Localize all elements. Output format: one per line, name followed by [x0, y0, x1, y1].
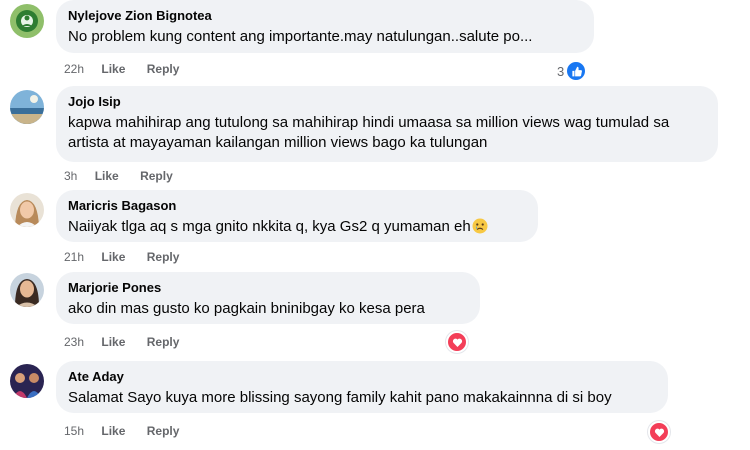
reply-button[interactable]: Reply [147, 250, 180, 264]
comment-text-content: Naiiyak tlga aq s mga gnito nkkita q, ky… [68, 218, 471, 235]
comment-bubble: Nylejove Zion Bignotea No problem kung c… [56, 0, 594, 53]
comment-time[interactable]: 22h [64, 62, 84, 76]
love-reaction-icon [648, 421, 670, 443]
avatar[interactable] [10, 90, 44, 124]
crying-face-emoji [472, 218, 488, 234]
comment-author[interactable]: Marjorie Pones [68, 280, 468, 296]
comment-author[interactable]: Maricris Bagason [68, 198, 526, 214]
reply-button[interactable]: Reply [140, 169, 173, 183]
comment-time[interactable]: 15h [64, 424, 84, 438]
comment-author[interactable]: Nylejove Zion Bignotea [68, 8, 582, 24]
comment-actions: 22h Like Reply [64, 62, 197, 76]
reaction-summary[interactable] [648, 421, 670, 443]
comment-author[interactable]: Jojo Isip [68, 94, 706, 110]
comment-bubble: Maricris Bagason Naiiyak tlga aq s mga g… [56, 190, 538, 242]
comment-time[interactable]: 23h [64, 335, 84, 349]
comment-text: No problem kung content ang importante.m… [68, 28, 533, 45]
comment-text: ako din mas gusto ko pagkain bninibgay k… [68, 300, 425, 317]
like-reaction-icon [565, 60, 588, 82]
avatar[interactable] [10, 364, 44, 398]
comment-actions: 23h Like Reply [64, 335, 197, 349]
reply-button[interactable]: Reply [147, 335, 180, 349]
reaction-summary[interactable]: 3 [557, 60, 588, 82]
like-button[interactable]: Like [101, 335, 125, 349]
reply-button[interactable]: Reply [147, 424, 180, 438]
comment-bubble: Marjorie Pones ako din mas gusto ko pagk… [56, 272, 480, 324]
reaction-count: 3 [557, 63, 565, 79]
comment-text: kapwa mahihirap ang tutulong sa mahihira… [68, 114, 670, 151]
comment-time[interactable]: 3h [64, 169, 77, 183]
comment-actions: 21h Like Reply [64, 250, 197, 264]
love-reaction-icon [446, 331, 468, 353]
comment-actions: 3h Like Reply [64, 169, 191, 183]
comment-author[interactable]: Ate Aday [68, 369, 656, 385]
comment-actions: 15h Like Reply [64, 424, 197, 438]
like-button[interactable]: Like [95, 169, 119, 183]
reaction-summary[interactable] [446, 331, 468, 353]
comment-time[interactable]: 21h [64, 250, 84, 264]
comment-text: Salamat Sayo kuya more blissing sayong f… [68, 389, 612, 406]
reply-button[interactable]: Reply [147, 62, 180, 76]
like-button[interactable]: Like [101, 424, 125, 438]
like-button[interactable]: Like [101, 250, 125, 264]
comment-bubble: Jojo Isip kapwa mahihirap ang tutulong s… [56, 86, 718, 162]
comment-text: Naiiyak tlga aq s mga gnito nkkita q, ky… [68, 217, 526, 237]
comment-list: Nylejove Zion Bignotea No problem kung c… [0, 0, 750, 450]
comment-bubble: Ate Aday Salamat Sayo kuya more blissing… [56, 361, 668, 413]
avatar[interactable] [10, 273, 44, 307]
avatar[interactable] [10, 193, 44, 227]
like-button[interactable]: Like [101, 62, 125, 76]
avatar[interactable] [10, 4, 44, 38]
